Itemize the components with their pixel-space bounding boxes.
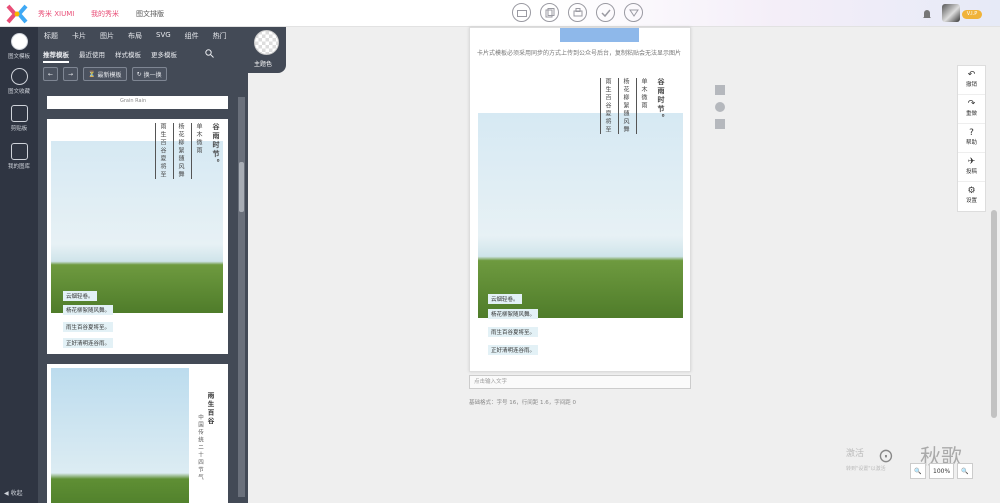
tab-title[interactable]: 标题 (44, 31, 58, 41)
copy-icon[interactable] (540, 3, 559, 22)
undo-icon: ↶ (967, 70, 976, 80)
subtab-style[interactable]: 样式模板 (115, 49, 141, 63)
sidebar-item-gallery[interactable]: 我的图库 (0, 143, 38, 170)
zoom-reset-button[interactable]: 100% (929, 463, 955, 479)
template-panel: 标题 卡片 图片 布局 SVG 组件 热门 推荐模板 最近使用 样式模板 更多模… (38, 27, 248, 503)
activation-watermark: 激活 (846, 449, 865, 459)
latest-button[interactable]: ⏳ 最新模板 (83, 67, 127, 81)
template-list: Grain Rain 谷雨时节。 单木微雨 杨花柳絮随风舞 雨生百谷夏将至 云烟… (44, 96, 231, 503)
bar-chart-icon[interactable] (715, 119, 725, 129)
editor-caption[interactable]: 云烟轻卷。 (488, 294, 522, 304)
card-column: 杨花柳絮随风舞 (173, 123, 185, 179)
sidebar-item-clipboard[interactable]: 剪贴板 (0, 105, 38, 132)
card-title: 谷雨时节。 (212, 123, 220, 168)
card-subtitle: 中国传统二十四节气 (197, 414, 203, 482)
editor-caption[interactable]: 正好清明连谷雨。 (488, 345, 539, 355)
template-card[interactable]: 雨生百谷 中国传统二十四节气 (47, 364, 228, 503)
xiumi-logo (6, 4, 28, 24)
triangle-down-icon[interactable] (624, 3, 643, 22)
card-column: 单木微雨 (191, 123, 203, 179)
vip-badge: V.I.P (962, 10, 982, 19)
wechat-icon: ⊙ (878, 445, 894, 467)
top-bar: 秀米 XIUMI 我的秀米 图文排版 V.I.P (0, 0, 1000, 27)
text-input[interactable]: 点击输入文字 (469, 375, 691, 389)
template-card[interactable]: Grain Rain (47, 96, 228, 109)
subtab-more[interactable]: 更多模板 (151, 49, 177, 63)
card-title: 雨生百谷 (206, 392, 214, 426)
editor-note: 卡片式模板必须采用同步的方式上传到公众号后台，复制粘贴会无法显示图片 (477, 50, 682, 57)
editor-caption[interactable]: 雨生百谷夏将至。 (488, 327, 539, 337)
check-icon[interactable] (596, 3, 615, 22)
brand-link[interactable]: 秀米 XIUMI (38, 9, 74, 19)
page-title[interactable]: 图文排版 (136, 9, 164, 19)
editor-column[interactable]: 杨花柳絮随风舞 (618, 78, 630, 134)
panel-scrollbar-thumb[interactable] (239, 162, 244, 212)
page-scrollbar[interactable] (991, 210, 997, 418)
redo-icon: ↷ (967, 99, 976, 109)
zoom-controls: 🔍 100% 🔍 (910, 463, 974, 479)
sidebar-item-favorites[interactable]: 图文收藏 (0, 68, 38, 95)
send-icon: ✈ (967, 157, 976, 167)
theme-color-swatch[interactable] (254, 30, 279, 55)
print-icon[interactable] (568, 3, 587, 22)
left-sidebar: 图文模板 图文收藏 剪贴板 我的图库 ◀ 收起 (0, 27, 38, 503)
tab-svg[interactable]: SVG (156, 31, 171, 41)
right-toolbar: ↶ 撤销 ↷ 重做 ? 帮助 ✈ 投稿 ⚙ 设置 (957, 65, 986, 212)
top-image (560, 28, 639, 42)
refresh-icon: ↻ (136, 70, 142, 78)
gear-icon: ⚙ (967, 186, 976, 196)
help-icon: ? (969, 128, 974, 138)
avatar[interactable] (942, 4, 960, 22)
editor-caption[interactable]: 杨花柳絮随风舞。 (488, 309, 539, 319)
card-caption: 杨花柳絮随风舞。 (63, 305, 114, 315)
editor-canvas[interactable]: 卡片式模板必须采用同步的方式上传到公众号后台，复制粘贴会无法显示图片 谷雨时节。… (469, 27, 691, 372)
undo-button[interactable]: ↶ 撤销 (958, 66, 985, 95)
subtab-recent[interactable]: 最近使用 (79, 49, 105, 63)
search-icon[interactable] (205, 49, 214, 58)
card-caption: 云烟轻卷。 (63, 291, 97, 301)
tab-hot[interactable]: 热门 (213, 31, 227, 41)
bell-icon[interactable] (921, 8, 933, 20)
editor-title[interactable]: 谷雨时节。 (654, 78, 666, 134)
subtab-recommended[interactable]: 推荐模板 (43, 49, 69, 63)
submit-button[interactable]: ✈ 投稿 (958, 153, 985, 182)
tea-field-photo (478, 113, 683, 318)
template-icon (10, 33, 28, 50)
forward-button[interactable]: → (63, 67, 79, 81)
redo-button[interactable]: ↷ 重做 (958, 95, 985, 124)
help-button[interactable]: ? 帮助 (958, 124, 985, 153)
card-caption: 雨生百谷夏将至。 (63, 322, 114, 332)
image-icon (10, 143, 28, 160)
tab-card[interactable]: 卡片 (72, 31, 86, 41)
editor-column[interactable]: 雨生百谷夏将至 (600, 78, 612, 134)
filter-icon: ⏳ (88, 70, 96, 78)
zoom-out-button[interactable]: 🔍 (910, 463, 926, 479)
my-xiumi-link[interactable]: 我的秀米 (91, 9, 119, 19)
back-button[interactable]: ← (43, 67, 59, 81)
collapse-button[interactable]: ◀ 收起 (4, 488, 23, 497)
grid-icon[interactable] (715, 85, 725, 95)
template-card[interactable]: 谷雨时节。 单木微雨 杨花柳絮随风舞 雨生百谷夏将至 云烟轻卷。 杨花柳絮随风舞… (47, 119, 228, 354)
format-stats: 基础格式：字号 16，行间距 1.6，字间距 0 (469, 400, 576, 406)
tab-image[interactable]: 图片 (100, 31, 114, 41)
clipboard-icon (10, 105, 28, 122)
card-column: 雨生百谷夏将至 (155, 123, 167, 179)
shuffle-button[interactable]: ↻ 换一换 (131, 67, 167, 81)
theme-color-label: 主题色 (254, 61, 273, 68)
mini-toolbar (715, 85, 729, 136)
sidebar-item-templates[interactable]: 图文模板 (0, 33, 38, 60)
card-caption: 正好清明连谷雨。 (63, 338, 114, 348)
tea-field-photo (51, 368, 189, 503)
settings-button[interactable]: ⚙ 设置 (958, 182, 985, 211)
gear-icon[interactable] (715, 102, 725, 112)
editor-column[interactable]: 单木微雨 (636, 78, 648, 134)
panel-scrollbar[interactable] (238, 97, 245, 497)
folder-icon[interactable] (512, 3, 531, 22)
card-caption: Grain Rain (120, 98, 147, 104)
tab-layout[interactable]: 布局 (128, 31, 142, 41)
favorites-icon (10, 68, 28, 85)
zoom-in-button[interactable]: 🔍 (957, 463, 974, 479)
tab-component[interactable]: 组件 (185, 31, 199, 41)
